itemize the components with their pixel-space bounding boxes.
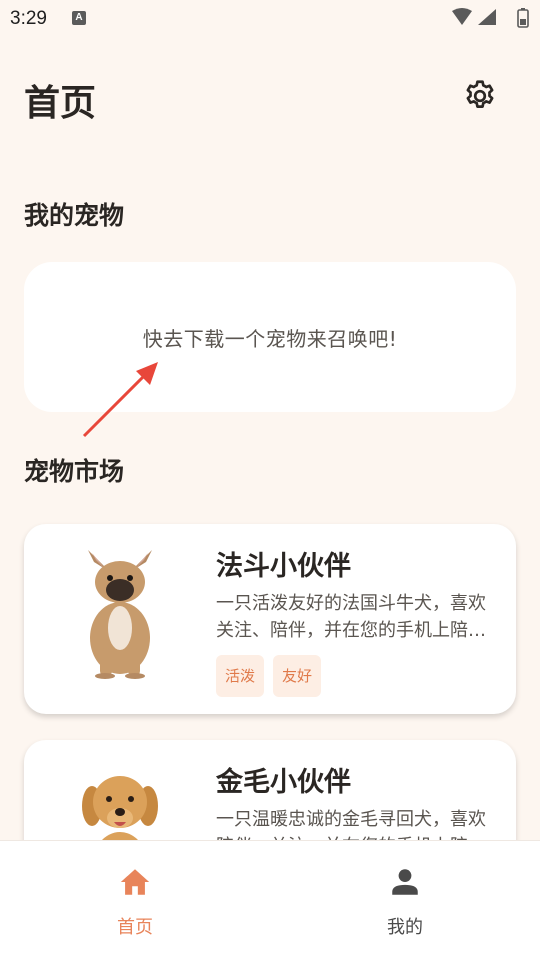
signal-icon	[478, 9, 496, 25]
nav-profile[interactable]: 我的	[270, 841, 540, 960]
home-icon	[120, 869, 150, 895]
bottom-nav: 首页 我的	[0, 840, 540, 960]
pet-description: 一只活泼友好的法国斗牛犬，喜欢关注、陪伴，并在您的手机上陪伴您	[216, 593, 486, 641]
french-bulldog-image	[88, 550, 152, 679]
pet-tags: 活泼 友好	[216, 655, 322, 697]
gear-icon[interactable]	[462, 78, 498, 114]
page-title: 首页	[24, 83, 97, 124]
notification-icon: A	[72, 11, 86, 25]
market-title: 宠物市场	[24, 457, 125, 486]
pet-name: 金毛小伙伴	[216, 767, 351, 798]
nav-home-label: 首页	[117, 917, 153, 938]
pet-card-french-bulldog[interactable]: 法斗小伙伴 一只活泼友好的法国斗牛犬，喜欢关注、陪伴，并在您的手机上陪伴您 活泼…	[24, 524, 516, 714]
wifi-icon	[452, 8, 472, 25]
person-icon	[392, 869, 418, 895]
status-icons	[452, 8, 529, 28]
pet-name: 法斗小伙伴	[216, 551, 351, 582]
empty-pets-message: 快去下载一个宠物来召唤吧!	[142, 326, 398, 351]
nav-profile-label: 我的	[387, 917, 423, 938]
status-bar: 3:29 A	[0, 0, 540, 40]
pet-tag: 友好	[273, 655, 322, 697]
status-time: 3:29	[10, 8, 47, 29]
pet-tag: 活泼	[216, 655, 265, 697]
my-pets-title: 我的宠物	[24, 201, 125, 230]
annotation-arrow	[82, 362, 158, 438]
battery-icon	[517, 8, 529, 28]
nav-home[interactable]: 首页	[0, 841, 270, 960]
